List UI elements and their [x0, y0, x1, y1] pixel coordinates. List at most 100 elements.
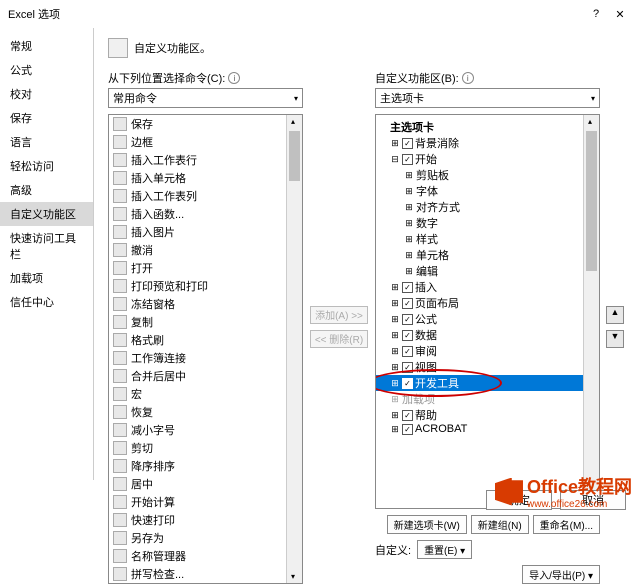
expander-icon[interactable]: ⊞	[404, 234, 414, 245]
sidebar-item[interactable]: 校对	[0, 82, 93, 106]
command-item[interactable]: 名称管理器	[109, 547, 302, 565]
checkbox[interactable]: ✓	[402, 346, 413, 357]
tree-item[interactable]: ⊞✓开发工具	[376, 375, 599, 391]
command-item[interactable]: 冻结窗格	[109, 295, 302, 313]
expander-icon[interactable]: ⊞	[390, 138, 400, 149]
command-item[interactable]: 快速打印	[109, 511, 302, 529]
tree-item[interactable]: ⊞✓ACROBAT	[376, 423, 599, 435]
ribbon-tree[interactable]: 主选项卡⊞✓背景消除⊟✓开始⊞剪贴板⊞字体⊞对齐方式⊞数字⊞样式⊞单元格⊞编辑⊞…	[375, 114, 600, 509]
checkbox[interactable]: ✓	[402, 330, 413, 341]
tree-item[interactable]: ⊞✓插入	[376, 279, 599, 295]
sidebar-item[interactable]: 高级	[0, 178, 93, 202]
checkbox[interactable]: ✓	[402, 154, 413, 165]
command-item[interactable]: 复制	[109, 313, 302, 331]
command-item[interactable]: 恢复	[109, 403, 302, 421]
tree-item[interactable]: ⊞剪贴板	[376, 167, 599, 183]
checkbox[interactable]: ✓	[402, 424, 413, 435]
command-item[interactable]: 插入图片	[109, 223, 302, 241]
command-item[interactable]: 撤消	[109, 241, 302, 259]
expander-icon[interactable]: ⊞	[390, 362, 400, 373]
reset-button[interactable]: 重置(E) ▾	[417, 540, 472, 559]
expander-icon[interactable]: ⊞	[404, 266, 414, 277]
command-item[interactable]: 剪切	[109, 439, 302, 457]
expander-icon[interactable]: ⊞	[390, 410, 400, 421]
info-icon[interactable]: i	[462, 72, 474, 84]
command-item[interactable]: 打印预览和打印	[109, 277, 302, 295]
sidebar-item[interactable]: 自定义功能区	[0, 202, 93, 226]
expander-icon[interactable]: ⊞	[404, 218, 414, 229]
checkbox[interactable]: ✓	[402, 314, 413, 325]
sidebar-item[interactable]: 公式	[0, 58, 93, 82]
sidebar-item[interactable]: 快速访问工具栏	[0, 226, 93, 266]
expander-icon[interactable]: ⊞	[390, 282, 400, 293]
info-icon[interactable]: i	[228, 72, 240, 84]
tree-item[interactable]: ⊞✓公式	[376, 311, 599, 327]
sidebar-item[interactable]: 信任中心	[0, 290, 93, 314]
sidebar-item[interactable]: 保存	[0, 106, 93, 130]
tree-item[interactable]: ⊞加载项	[376, 391, 599, 407]
move-down-button[interactable]: ▼	[606, 330, 624, 348]
sidebar-item[interactable]: 加载项	[0, 266, 93, 290]
tree-item[interactable]: ⊞编辑	[376, 263, 599, 279]
tree-item[interactable]: ⊟✓开始	[376, 151, 599, 167]
command-item[interactable]: 拼写检查...	[109, 565, 302, 583]
scrollbar[interactable]	[583, 115, 599, 508]
command-item[interactable]: 打开	[109, 259, 302, 277]
checkbox[interactable]: ✓	[402, 298, 413, 309]
command-item[interactable]: 合并后居中	[109, 367, 302, 385]
command-item[interactable]: 保存	[109, 115, 302, 133]
sidebar-item[interactable]: 语言	[0, 130, 93, 154]
scrollbar[interactable]	[286, 115, 302, 583]
command-item[interactable]: 降序排序	[109, 457, 302, 475]
command-item[interactable]: 宏	[109, 385, 302, 403]
import-export-button[interactable]: 导入/导出(P) ▾	[522, 565, 600, 584]
checkbox[interactable]: ✓	[402, 378, 413, 389]
checkbox[interactable]: ✓	[402, 362, 413, 373]
tree-item[interactable]: ⊞对齐方式	[376, 199, 599, 215]
expander-icon[interactable]: ⊞	[390, 330, 400, 341]
tree-item[interactable]: ⊞✓背景消除	[376, 135, 599, 151]
command-item[interactable]: 格式刷	[109, 331, 302, 349]
move-up-button[interactable]: ▲	[606, 306, 624, 324]
close-button[interactable]: ✕	[608, 8, 632, 21]
expander-icon[interactable]: ⊞	[404, 250, 414, 261]
command-item[interactable]: 边框	[109, 133, 302, 151]
tree-item[interactable]: ⊞✓数据	[376, 327, 599, 343]
checkbox[interactable]: ✓	[402, 282, 413, 293]
command-item[interactable]: 插入工作表行	[109, 151, 302, 169]
command-item[interactable]: 插入函数...	[109, 205, 302, 223]
command-item[interactable]: 另存为	[109, 529, 302, 547]
tree-item[interactable]: ⊞✓帮助	[376, 407, 599, 423]
tree-item[interactable]: ⊞字体	[376, 183, 599, 199]
expander-icon[interactable]: ⊞	[390, 298, 400, 309]
expander-icon[interactable]: ⊞	[390, 314, 400, 325]
tree-item[interactable]: 主选项卡	[376, 119, 599, 135]
command-item[interactable]: 居中	[109, 475, 302, 493]
expander-icon[interactable]: ⊞	[390, 394, 400, 405]
command-item[interactable]: 插入工作表列	[109, 187, 302, 205]
expander-icon[interactable]: ⊞	[390, 424, 400, 435]
checkbox[interactable]: ✓	[402, 138, 413, 149]
sidebar-item[interactable]: 常规	[0, 34, 93, 58]
tree-item[interactable]: ⊞单元格	[376, 247, 599, 263]
expander-icon[interactable]: ⊞	[404, 186, 414, 197]
expander-icon[interactable]: ⊞	[404, 202, 414, 213]
commands-combo[interactable]: 常用命令	[108, 88, 303, 108]
scroll-thumb[interactable]	[586, 131, 597, 271]
command-item[interactable]: 工作簿连接	[109, 349, 302, 367]
tree-item[interactable]: ⊞✓视图	[376, 359, 599, 375]
sidebar-item[interactable]: 轻松访问	[0, 154, 93, 178]
command-item[interactable]: 开始计算	[109, 493, 302, 511]
expander-icon[interactable]: ⊞	[404, 170, 414, 181]
checkbox[interactable]: ✓	[402, 410, 413, 421]
tree-item[interactable]: ⊞✓页面布局	[376, 295, 599, 311]
ribbon-combo[interactable]: 主选项卡	[375, 88, 600, 108]
help-button[interactable]: ?	[584, 8, 608, 20]
expander-icon[interactable]: ⊞	[390, 378, 400, 389]
expander-icon[interactable]: ⊟	[390, 154, 400, 165]
scroll-thumb[interactable]	[289, 131, 300, 181]
tree-item[interactable]: ⊞数字	[376, 215, 599, 231]
commands-listbox[interactable]: 保存边框插入工作表行插入单元格插入工作表列插入函数...插入图片撤消打开打印预览…	[108, 114, 303, 584]
command-item[interactable]: 插入单元格	[109, 169, 302, 187]
command-item[interactable]: 减小字号	[109, 421, 302, 439]
